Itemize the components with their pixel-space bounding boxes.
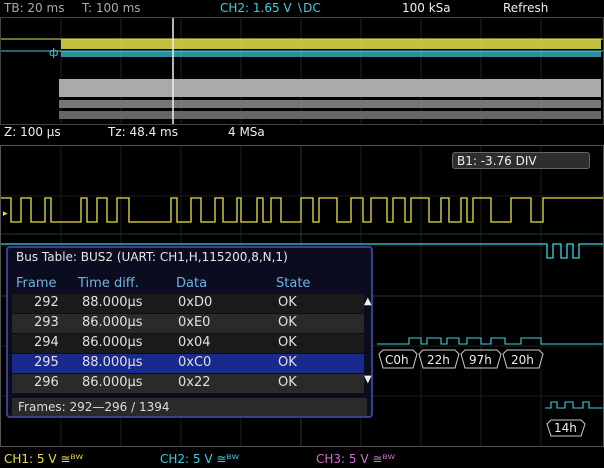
- b1-position-indicator[interactable]: B1: -3.76 DIV: [452, 152, 590, 169]
- row-frame: 295: [34, 355, 59, 370]
- sample-rate-readout[interactable]: 100 kSa: [402, 0, 451, 16]
- row-time: 86.000µs: [82, 315, 143, 330]
- decode-label-20: 20h: [511, 353, 534, 367]
- table-row[interactable]: 293 86.000µs 0xE0 OK: [12, 314, 364, 333]
- decode-label-97: 97h: [469, 353, 492, 367]
- column-header-time-diff: Time diff.: [78, 276, 139, 291]
- row-frame: 294: [34, 335, 59, 350]
- overview-waveform-area[interactable]: ф: [0, 17, 604, 125]
- zoom-bus-trace: [545, 401, 603, 409]
- table-row[interactable]: 292 88.000µs 0xD0 OK: [12, 294, 364, 313]
- ch1-settings[interactable]: CH1: 5 V ≅ᴮᵂ: [4, 452, 83, 466]
- top-status-bar: TB: 20 ms T: 100 ms CH2: 1.65 V ∖DC 100 …: [0, 0, 604, 16]
- ch1-level-marker-icon: ▸: [3, 209, 8, 219]
- row-time: 86.000µs: [82, 335, 143, 350]
- channel-status-bar: CH1: 5 V ≅ᴮᵂ CH2: 5 V ≅ᴮᵂ CH3: 5 V ≅ᴮᵂ: [0, 450, 604, 468]
- row-frame: 296: [34, 375, 59, 390]
- overview-bus-decode: [59, 79, 601, 119]
- table-row-selected[interactable]: 295 88.000µs 0xC0 OK: [12, 354, 364, 373]
- row-state: OK: [278, 375, 297, 390]
- trigger-channel-readout[interactable]: CH2: 1.65 V ∖DC: [220, 0, 321, 16]
- row-data: 0xC0: [178, 355, 212, 370]
- overview-waveform-svg: ф: [1, 18, 603, 124]
- row-state: OK: [278, 335, 297, 350]
- row-state: OK: [278, 355, 297, 370]
- overview-ch2-trace: [1, 50, 603, 57]
- row-state: OK: [278, 315, 297, 330]
- row-state: OK: [278, 295, 297, 310]
- decode-label-c0: C0h: [385, 353, 409, 367]
- row-time: 88.000µs: [82, 295, 143, 310]
- zoom-info-bar: Z: 100 µs Tz: 48.4 ms 4 MSa: [0, 124, 604, 142]
- column-header-frame: Frame: [16, 276, 57, 291]
- row-frame: 292: [34, 295, 59, 310]
- row-data: 0x22: [178, 375, 211, 390]
- bus-table-title: Bus Table: BUS2 (UART: CH1,H,115200,8,N,…: [16, 250, 288, 264]
- column-header-data: Data: [176, 276, 208, 291]
- zoom-position-readout[interactable]: Tz: 48.4 ms: [108, 125, 178, 139]
- table-row[interactable]: 294 86.000µs 0x04 OK: [12, 334, 364, 353]
- table-row[interactable]: 296 86.000µs 0x22 OK: [12, 374, 364, 393]
- row-data: 0xD0: [178, 295, 213, 310]
- ch2-trigger-marker-icon: ф: [49, 46, 58, 59]
- ch2-settings[interactable]: CH2: 5 V ≅ᴮᵂ: [160, 452, 239, 466]
- zoom-ch3-trace: [377, 337, 603, 345]
- scroll-down-icon[interactable]: ▼: [364, 374, 372, 385]
- scroll-up-icon[interactable]: ▲: [364, 296, 372, 307]
- decode-label-22: 22h: [427, 353, 450, 367]
- row-data: 0xE0: [178, 315, 211, 330]
- decode-label-14: 14h: [554, 421, 577, 435]
- row-frame: 293: [34, 315, 59, 330]
- bus-table-footer: Frames: 292—296 / 1394: [12, 398, 367, 416]
- overview-ch1-trace: [1, 38, 603, 49]
- acquisition-mode-readout[interactable]: Refresh: [503, 0, 548, 16]
- row-data: 0x04: [178, 335, 211, 350]
- zoom-ch1-trace: [1, 197, 603, 223]
- timebase-readout[interactable]: TB: 20 ms: [4, 0, 64, 16]
- ch3-settings[interactable]: CH3: 5 V ≅ᴮᵂ: [316, 452, 395, 466]
- trigger-time-readout[interactable]: T: 100 ms: [82, 0, 141, 16]
- zoom-scale-readout[interactable]: Z: 100 µs: [4, 125, 61, 139]
- column-header-state: State: [276, 276, 311, 291]
- zoom-rate-readout: 4 MSa: [228, 125, 265, 139]
- overview-grid: [60, 18, 542, 124]
- row-time: 88.000µs: [82, 355, 143, 370]
- bus-table-panel[interactable]: Bus Table: BUS2 (UART: CH1,H,115200,8,N,…: [6, 246, 373, 418]
- row-time: 86.000µs: [82, 375, 143, 390]
